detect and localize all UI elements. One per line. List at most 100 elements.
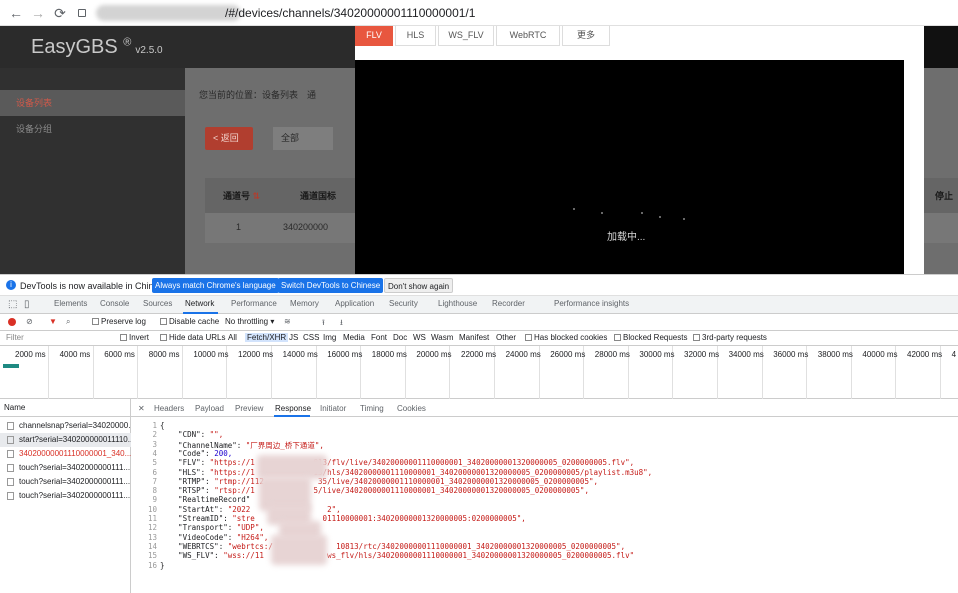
tab-flv[interactable]: FLV	[355, 26, 393, 46]
tab-ws-flv[interactable]: WS_FLV	[438, 26, 494, 46]
sidebar-item-device-list[interactable]: 设备列表	[0, 90, 185, 116]
tab-lighthouse[interactable]: Lighthouse	[438, 299, 477, 308]
tab-network[interactable]: Network	[185, 299, 214, 308]
type-other[interactable]: Other	[496, 333, 516, 342]
request-row[interactable]: touch?serial=3402000000111...	[0, 461, 131, 475]
timeline-gridline	[92, 346, 94, 399]
device-toolbar-icon[interactable]: ▯	[24, 299, 30, 310]
tab-webrtc[interactable]: WebRTC	[496, 26, 560, 46]
sidebar-item-device-group[interactable]: 设备分组	[0, 116, 185, 142]
request-name: touch?serial=3402000000111...	[19, 491, 131, 500]
timeline-tick-label: 6000 ms	[104, 350, 135, 359]
close-icon[interactable]: ✕	[138, 404, 145, 413]
type-doc[interactable]: Doc	[393, 333, 407, 342]
tab-recorder[interactable]: Recorder	[492, 299, 525, 308]
tab-cookies[interactable]: Cookies	[397, 404, 426, 413]
tab-preview[interactable]: Preview	[235, 404, 263, 413]
request-row[interactable]: touch?serial=3402000000111...	[0, 489, 131, 503]
line-number: 10	[147, 504, 157, 514]
type-css[interactable]: CSS	[303, 333, 319, 342]
switch-chinese-button[interactable]: Switch DevTools to Chinese	[278, 278, 384, 293]
tab-security[interactable]: Security	[389, 299, 418, 308]
type-fetch-xhr[interactable]: Fetch/XHR	[245, 333, 289, 342]
tab-headers[interactable]: Headers	[154, 404, 184, 413]
tab-performance-insights[interactable]: Performance insights	[554, 299, 629, 308]
reload-icon[interactable]: ⟳	[52, 5, 68, 21]
download-icon[interactable]: ⭳	[340, 317, 343, 331]
name-column-header[interactable]: Name	[0, 399, 131, 417]
tab-response[interactable]: Response	[275, 404, 311, 413]
wifi-icon[interactable]: ≋	[284, 317, 291, 326]
type-wasm[interactable]: Wasm	[431, 333, 453, 342]
loading-dot	[641, 212, 643, 214]
upload-icon[interactable]: ⭱	[322, 317, 325, 331]
tab-memory[interactable]: Memory	[290, 299, 319, 308]
request-row[interactable]: 34020000001110000001_340...	[0, 447, 131, 461]
throttling-select[interactable]: No throttling ▾	[225, 317, 274, 326]
filter-input[interactable]: Filter	[6, 333, 24, 342]
tab-application[interactable]: Application	[335, 299, 374, 308]
line-number: 8	[152, 486, 157, 496]
request-name: 34020000001110000001_340...	[19, 449, 131, 458]
network-overview-timeline[interactable]: 2000 ms 4000 ms 6000 ms 8000 ms 10000 ms 1200…	[0, 346, 958, 399]
clear-icon[interactable]: ⊘	[26, 317, 33, 326]
type-all[interactable]: All	[228, 333, 237, 342]
tab-more[interactable]: 更多	[562, 26, 610, 46]
tab-console[interactable]: Console	[100, 299, 129, 308]
response-tabbar: ✕ Headers Payload Preview Response Initi…	[131, 399, 958, 417]
request-row[interactable]: start?serial=340200000011110...	[0, 433, 131, 447]
request-row[interactable]: channelsnap?serial=34020000...	[0, 419, 131, 433]
tab-timing[interactable]: Timing	[360, 404, 384, 413]
timeline-tick-label: 14000 ms	[282, 350, 318, 359]
type-font[interactable]: Font	[371, 333, 387, 342]
filter-icon[interactable]: ▼	[49, 317, 57, 326]
timeline-tick-label: 26000 ms	[550, 350, 586, 359]
type-js[interactable]: JS	[289, 333, 298, 342]
tab-sources[interactable]: Sources	[143, 299, 172, 308]
tab-initiator[interactable]: Initiator	[320, 404, 346, 413]
search-icon[interactable]: ⌕	[66, 317, 70, 327]
video-surface[interactable]: 加载中...	[355, 60, 904, 274]
tab-elements[interactable]: Elements	[54, 299, 87, 308]
response-body[interactable]: 1{2 "CDN": "", 3 "ChannelName": "厂界周边_桥下通…	[131, 417, 958, 593]
type-ws[interactable]: WS	[413, 333, 426, 342]
line-number: 15	[147, 551, 157, 561]
cell-channel-no: 1	[236, 222, 242, 232]
type-media[interactable]: Media	[343, 333, 365, 342]
infobar-text: DevTools is now available in Chinese!	[20, 281, 171, 291]
type-manifest[interactable]: Manifest	[459, 333, 489, 342]
request-name: channelsnap?serial=34020000...	[19, 421, 131, 430]
invert-checkbox[interactable]: Invert	[120, 333, 149, 342]
blocked-cookies-checkbox[interactable]: Has blocked cookies	[525, 333, 607, 342]
back-arrow-icon[interactable]: ←	[8, 5, 24, 21]
app-viewport: EasyGBS ®v2.5.0 设备列表 设备分组 您当前的位置：设备列表 通 …	[0, 26, 958, 274]
tab-hls[interactable]: HLS	[395, 26, 436, 46]
request-row[interactable]: touch?serial=3402000000111...	[0, 475, 131, 489]
loading-dot	[659, 216, 661, 218]
filter-select[interactable]: 全部	[273, 127, 333, 150]
back-button[interactable]: < 返回	[205, 127, 253, 150]
blocked-requests-checkbox[interactable]: Blocked Requests	[614, 333, 687, 342]
hide-data-urls-checkbox[interactable]: Hide data URLs	[160, 333, 225, 342]
col-channel-no[interactable]: 通道号 ⇅	[223, 189, 260, 202]
timeline-tick-label: 30000 ms	[639, 350, 675, 359]
col-channel-id: 通道国标	[300, 191, 337, 201]
line-number: 11	[147, 514, 157, 523]
disable-cache-checkbox[interactable]: Disable cache	[160, 317, 219, 326]
match-language-button[interactable]: Always match Chrome's language	[152, 278, 279, 293]
tab-payload[interactable]: Payload	[195, 404, 224, 413]
requests-pane: Name channelsnap?serial=34020000... start…	[0, 399, 131, 593]
url-field[interactable]: /#/devices/channels/34020000001110000001…	[78, 3, 948, 23]
type-img[interactable]: Img	[323, 333, 336, 342]
address-bar: ← → ⟳ /#/devices/channels/34020000001110…	[0, 0, 958, 26]
inspect-icon[interactable]: ⬚	[8, 299, 17, 310]
dont-show-again-button[interactable]: Don't show again	[384, 278, 454, 293]
forward-arrow-icon[interactable]: →	[30, 5, 46, 21]
preserve-log-checkbox[interactable]: Preserve log	[92, 317, 146, 326]
line-number: 13	[147, 532, 157, 542]
code-line: "HLS": "https://1 13/hls/340200000011100…	[160, 467, 653, 477]
third-party-checkbox[interactable]: 3rd-party requests	[693, 333, 767, 342]
tab-performance[interactable]: Performance	[231, 299, 277, 308]
record-icon[interactable]	[8, 318, 16, 326]
timeline-tick-label: 38000 ms	[817, 350, 853, 359]
